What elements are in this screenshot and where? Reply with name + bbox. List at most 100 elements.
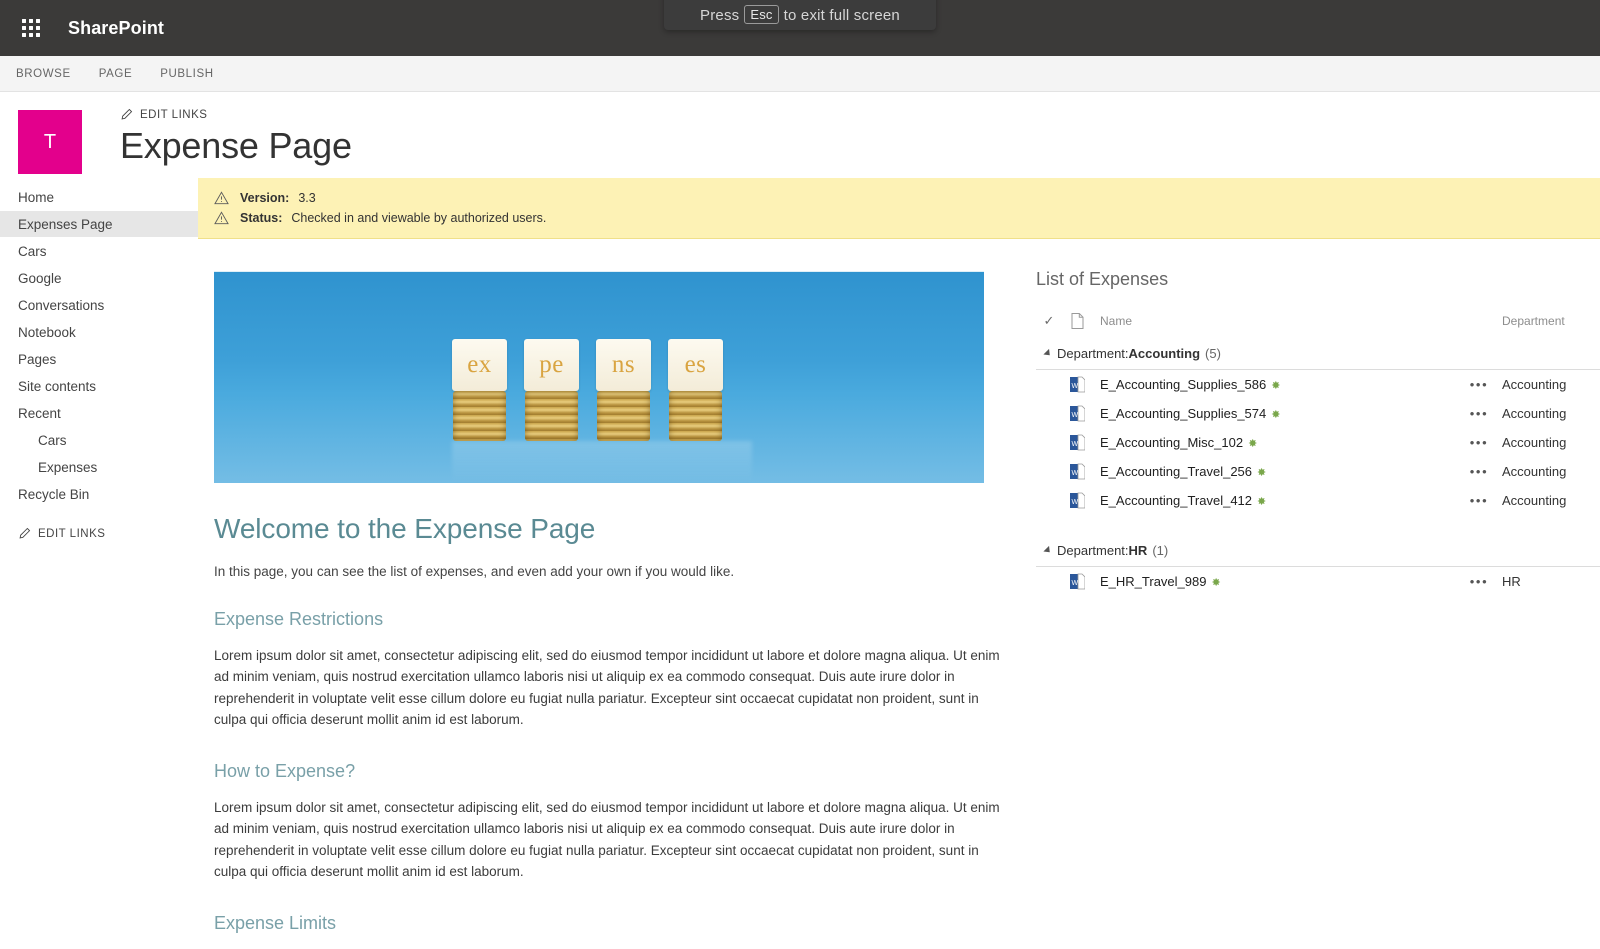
cell-department: Accounting [1502,493,1567,508]
row-actions-ellipsis[interactable]: ••• [1456,493,1502,508]
sharepoint-brand-link[interactable]: SharePoint [68,18,164,39]
site-logo[interactable]: T [18,110,82,174]
toast-before-text: Press [700,7,740,24]
svg-text:W: W [1071,412,1078,419]
word-document-icon: W [1062,492,1092,509]
select-all-checkmark-icon[interactable]: ✓ [1036,313,1062,329]
version-line: Version: 3.3 [214,188,1600,208]
new-badge-icon: ✸ [1211,577,1221,589]
group-field-name: Department [1057,543,1125,558]
warning-icon [214,211,229,225]
block-letter: pe [524,339,579,391]
status-label: Status: [240,211,283,225]
sidebar-item-recent-cars[interactable]: Cars [0,427,198,453]
group-header-accounting[interactable]: Department : Accounting (5) [1036,336,1600,370]
collapse-triangle-icon[interactable] [1043,348,1053,359]
listview-header-row: ✓ Name Department [1036,306,1600,336]
group-count: (5) [1205,346,1221,361]
row-actions-ellipsis[interactable]: ••• [1456,377,1502,392]
svg-text:W: W [1071,499,1078,506]
svg-text:W: W [1071,441,1078,448]
fullscreen-exit-toast: Press Esc to exit full screen [664,0,936,30]
group-count: (1) [1152,543,1169,558]
sidebar-item-home[interactable]: Home [0,184,198,210]
column-header-name[interactable]: Name [1092,314,1456,328]
table-row[interactable]: W E_HR_Travel_989 ✸ ••• HR [1036,567,1600,596]
svg-text:W: W [1071,470,1078,477]
sidebar-item-recent-expenses[interactable]: Expenses [0,454,198,480]
row-actions-ellipsis[interactable]: ••• [1456,435,1502,450]
toast-after-text: to exit full screen [783,7,900,24]
table-row[interactable]: W E_Accounting_Supplies_586 ✸ ••• Account… [1036,370,1600,399]
webpart-title-list-of-expenses: List of Expenses [1036,269,1169,289]
file-name-link[interactable]: E_Accounting_Misc_102 ✸ [1092,435,1456,450]
table-row[interactable]: W E_Accounting_Supplies_574 ✸ ••• Account… [1036,399,1600,428]
sidebar-item-recent[interactable]: Recent [0,400,198,426]
status-value: Checked in and viewable by authorized us… [291,211,547,225]
tab-publish[interactable]: PUBLISH [160,68,213,80]
word-document-icon: W [1062,405,1092,422]
svg-text:W: W [1071,383,1078,390]
edit-links-bottom-label: EDIT LINKS [38,527,106,540]
section-heading-how-to-expense: How to Expense? [214,760,356,781]
coins-icon [453,391,506,441]
word-document-icon: W [1062,463,1092,480]
file-name-link[interactable]: E_Accounting_Travel_256 ✸ [1092,464,1456,479]
version-value: 3.3 [298,191,316,205]
section-body-how-to-expense: Lorem ipsum dolor sit amet, consectetur … [214,799,1000,880]
sidebar-item-google[interactable]: Google [0,265,198,291]
file-name-link[interactable]: E_HR_Travel_989 ✸ [1092,574,1456,589]
column-header-department[interactable]: Department [1502,314,1600,328]
welcome-heading: Welcome to the Expense Page [214,513,596,544]
expenses-banner-image: ex pe ns es [214,271,984,483]
new-badge-icon: ✸ [1271,380,1281,392]
status-notification-bar: Version: 3.3 Status: Checked in and view… [198,178,1600,239]
group-header-hr[interactable]: Department : HR (1) [1036,533,1600,567]
edit-links-top-button[interactable]: EDIT LINKS [120,108,352,121]
page-title: Expense Page [120,125,352,166]
group-value: HR [1128,543,1148,558]
table-row[interactable]: W E_Accounting_Travel_412 ✸ ••• Accountin… [1036,486,1600,515]
coins-icon [597,391,650,441]
edit-links-bottom-button[interactable]: EDIT LINKS [0,527,198,540]
tab-page[interactable]: PAGE [99,68,133,80]
document-type-icon [1062,313,1092,329]
sidebar-item-recycle-bin[interactable]: Recycle Bin [0,481,198,507]
coin-stack: pe [524,339,579,441]
table-row[interactable]: W E_Accounting_Misc_102 ✸ ••• Accounting [1036,428,1600,457]
row-actions-ellipsis[interactable]: ••• [1456,406,1502,421]
new-badge-icon: ✸ [1257,496,1267,508]
cell-department: Accounting [1502,377,1567,392]
collapse-triangle-icon[interactable] [1043,545,1053,556]
content-right-column: List of Expenses ✓ Name Department Depar… [1008,239,1600,949]
block-letter: ns [596,339,651,391]
tab-browse[interactable]: BROWSE [16,68,71,80]
coin-stack: ns [596,339,651,441]
sidebar-item-notebook[interactable]: Notebook [0,319,198,345]
welcome-subtext: In this page, you can see the list of ex… [214,563,735,579]
file-name-link[interactable]: E_Accounting_Supplies_574 ✸ [1092,406,1456,421]
block-letter: es [668,339,723,391]
waffle-grid-icon[interactable] [10,7,52,49]
sidebar-item-site-contents[interactable]: Site contents [0,373,198,399]
title-block: EDIT LINKS Expense Page [120,108,352,167]
sidebar-item-expenses-page[interactable]: Expenses Page [0,211,198,237]
sidebar-item-cars[interactable]: Cars [0,238,198,264]
group-value: Accounting [1128,346,1201,361]
pencil-icon [121,108,133,120]
file-name-link[interactable]: E_Accounting_Supplies_586 ✸ [1092,377,1456,392]
new-badge-icon: ✸ [1248,438,1258,450]
sidebar-item-conversations[interactable]: Conversations [0,292,198,318]
sidebar-item-pages[interactable]: Pages [0,346,198,372]
row-actions-ellipsis[interactable]: ••• [1456,574,1502,589]
cell-department: Accounting [1502,406,1567,421]
table-row[interactable]: W E_Accounting_Travel_256 ✸ ••• Accountin… [1036,457,1600,486]
site-header: T EDIT LINKS Expense Page [0,92,1600,178]
file-name-link[interactable]: E_Accounting_Travel_412 ✸ [1092,493,1456,508]
new-badge-icon: ✸ [1271,409,1281,421]
section-heading-expense-limits: Expense Limits [214,912,337,933]
coins-icon [525,391,578,441]
group-field-name: Department [1057,346,1125,361]
row-actions-ellipsis[interactable]: ••• [1456,464,1502,479]
coins-icon [669,391,722,441]
